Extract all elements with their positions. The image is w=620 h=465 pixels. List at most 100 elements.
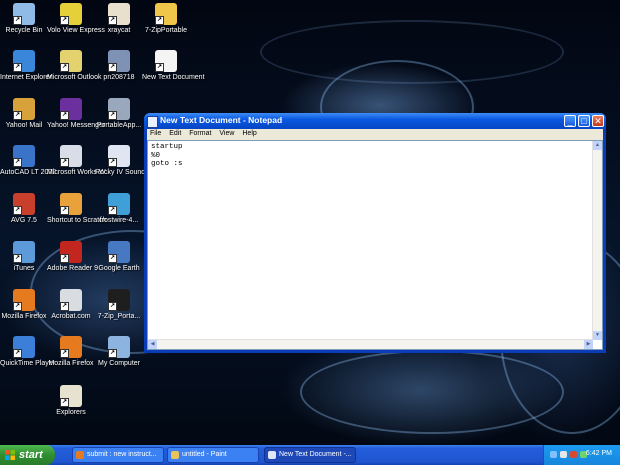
menu-view[interactable]: View	[216, 129, 237, 138]
desktop-icon-label: Mozilla Firefox	[1, 313, 47, 320]
shortcut-arrow-icon: ↗	[13, 16, 22, 25]
shortcut-arrow-icon: ↗	[60, 254, 69, 263]
shortcut-arrow-icon: ↗	[60, 398, 69, 407]
minimize-button[interactable]: _	[564, 115, 576, 127]
desktop-icon[interactable]: ↗ Google Earth	[95, 241, 143, 273]
shortcut-arrow-icon: ↗	[13, 158, 22, 167]
desktop-icon-label: PortableApp...	[96, 122, 142, 129]
desktop-icon[interactable]: ↗ Adobe Reader 9	[47, 241, 98, 273]
desktop-icon[interactable]: ↗ Volo View Express	[47, 3, 105, 35]
yahoo-mail-icon: ↗	[13, 98, 35, 120]
close-button[interactable]: ✕	[592, 115, 604, 127]
desktop-icon-label: Adobe Reader 9	[47, 265, 98, 272]
desktop-icon-label: Mozilla Firefox	[48, 360, 94, 367]
shortcut-arrow-icon: ↗	[108, 158, 117, 167]
taskbar-button[interactable]: New Text Document -...	[264, 447, 356, 463]
desktop-icon[interactable]: ↗ 7-Zip_Porta...	[95, 289, 143, 321]
desktop-icon-label: Recycle Bin	[5, 27, 43, 34]
vertical-scrollbar[interactable]: ▲ ▼	[592, 141, 602, 340]
desktop-icon[interactable]: ↗ PortableApp...	[95, 98, 143, 130]
desktop-icon[interactable]: ↗ AVG 7.5	[0, 193, 48, 225]
shortcut-arrow-icon: ↗	[13, 206, 22, 215]
desktop-icon[interactable]: ↗ iTunes	[0, 241, 48, 273]
scroll-down-arrow[interactable]: ▼	[593, 331, 602, 340]
notepad-icon	[147, 116, 158, 128]
desktop-icon[interactable]: ↗ Mozilla Firefox	[47, 336, 95, 368]
desktop-icon[interactable]: ↗ Internet Explorer	[0, 50, 52, 82]
desktop-icon-label: AutoCAD LT 2002	[0, 169, 57, 176]
shortcut-arrow-icon: ↗	[108, 206, 117, 215]
scroll-left-arrow[interactable]: ◀	[148, 340, 157, 349]
text-document-icon: ↗	[155, 50, 177, 72]
desktop-icon-label: Acrobat.com	[51, 313, 91, 320]
scroll-right-arrow[interactable]: ▶	[584, 340, 593, 349]
notepad-window[interactable]: New Text Document - Notepad _ □ ✕ File E…	[144, 113, 606, 353]
antivirus-icon[interactable]	[570, 451, 577, 458]
shortcut-arrow-icon: ↗	[60, 349, 69, 358]
desktop-icon[interactable]: ↗ Microsoft Outlook	[47, 50, 101, 82]
my-computer-icon: ↗	[108, 336, 130, 358]
desktop-icon[interactable]: ↗ QuickTime Player	[0, 336, 55, 368]
desktop-icon[interactable]: ↗ Recycle Bin	[0, 3, 48, 35]
start-label: start	[19, 449, 43, 461]
desktop-icon-label: Volo View Express	[47, 27, 105, 34]
notepad-titlebar[interactable]: New Text Document - Notepad _ □ ✕	[144, 113, 606, 129]
shortcut-arrow-icon: ↗	[108, 111, 117, 120]
desktop-icon[interactable]: ↗ xraycat	[95, 3, 143, 35]
taskbar: start submit : new instruct... untitled -…	[0, 445, 620, 465]
clock: 6:42 PM	[585, 450, 612, 457]
itunes-icon: ↗	[13, 241, 35, 263]
horizontal-scrollbar[interactable]: ◀ ▶	[148, 339, 593, 349]
seven-zip-icon: ↗	[108, 289, 130, 311]
network-icon[interactable]	[550, 451, 557, 458]
desktop-icon[interactable]: ↗ AutoCAD LT 2002	[0, 145, 57, 177]
menu-file[interactable]: File	[147, 129, 164, 138]
xraycat-icon: ↗	[108, 3, 130, 25]
desktop-icon[interactable]: ↗ Yahoo! Mail	[0, 98, 48, 130]
desktop-icon[interactable]: ↗ Yahoo! Messenger	[47, 98, 105, 130]
desktop-icon[interactable]: ↗ Acrobat.com	[47, 289, 95, 321]
scroll-up-arrow[interactable]: ▲	[593, 141, 602, 150]
document-text[interactable]: startup %0 goto :s	[151, 143, 183, 169]
menu-edit[interactable]: Edit	[166, 129, 184, 138]
menu-bar: File Edit Format View Help	[147, 129, 603, 140]
desktop-icon-label: Shortcut to Scratch	[47, 217, 107, 224]
desktop-icon-label: 7-Zip_Porta...	[97, 313, 141, 320]
desktop-icon[interactable]: ↗ Rocky IV Soundtrack ...	[95, 145, 169, 177]
shortcut-arrow-icon: ↗	[60, 302, 69, 311]
adobe-reader-icon: ↗	[60, 241, 82, 263]
taskbar-button[interactable]: submit : new instruct...	[72, 447, 164, 463]
shortcut-arrow-icon: ↗	[60, 16, 69, 25]
desktop-icon-label: Microsoft Works W...	[47, 169, 112, 176]
volume-icon[interactable]	[560, 451, 567, 458]
shortcut-arrow-icon: ↗	[60, 63, 69, 72]
desktop-icon[interactable]: ↗ Microsoft Works W...	[47, 145, 112, 177]
autocad-icon: ↗	[13, 145, 35, 167]
desktop-icon[interactable]: ↗ pn208718	[95, 50, 143, 82]
google-earth-icon: ↗	[108, 241, 130, 263]
desktop-icon[interactable]: ↗ 7-ZipPortable	[142, 3, 190, 35]
desktop: ↗ Recycle Bin ↗ Volo View Express ↗ xraycat ↗ 7…	[0, 0, 620, 445]
desktop-icon-label: Internet Explorer	[0, 74, 52, 81]
desktop-icon[interactable]: ↗ frostwire-4...	[95, 193, 143, 225]
yahoo-messenger-icon: ↗	[60, 98, 82, 120]
menu-help[interactable]: Help	[239, 129, 259, 138]
taskbar-button[interactable]: untitled - Paint	[167, 447, 259, 463]
desktop-icon[interactable]: ↗ Mozilla Firefox	[0, 289, 48, 321]
desktop-icon[interactable]: ↗ Explorers	[47, 385, 95, 417]
desktop-icon[interactable]: ↗ Shortcut to Scratch	[47, 193, 107, 225]
start-button[interactable]: start	[0, 445, 55, 465]
shortcut-arrow-icon: ↗	[13, 63, 22, 72]
text-editor[interactable]: startup %0 goto :s ▲ ▼ ◀ ▶	[147, 140, 603, 350]
desktop-icon[interactable]: ↗ My Computer	[95, 336, 143, 368]
desktop-icon-label: 7-ZipPortable	[144, 27, 188, 34]
folder-icon: ↗	[155, 3, 177, 25]
maximize-button[interactable]: □	[578, 115, 590, 127]
desktop-icon-label: pn208718	[103, 74, 135, 81]
desktop-icon-label: Explorers	[56, 409, 86, 416]
windows-logo-icon	[5, 450, 15, 460]
menu-format[interactable]: Format	[186, 129, 214, 138]
desktop-icon[interactable]: ↗ New Text Document	[142, 50, 205, 82]
window-title: New Text Document - Notepad	[160, 115, 283, 125]
desktop-icon-label: Rocky IV Soundtrack ...	[95, 169, 169, 176]
